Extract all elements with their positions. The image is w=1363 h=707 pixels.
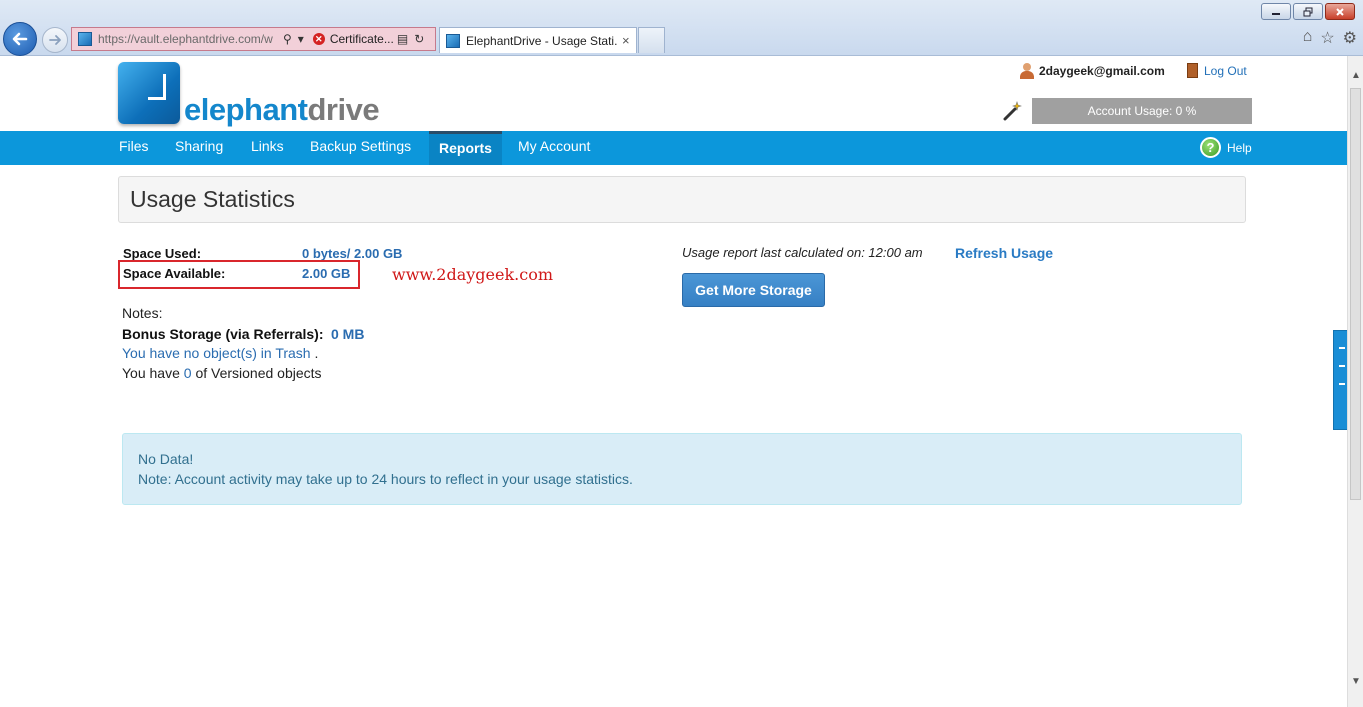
window-controls: [1261, 3, 1355, 20]
nav-sharing[interactable]: Sharing: [175, 131, 223, 165]
nav-links[interactable]: Links: [251, 131, 284, 165]
door-icon: [1187, 63, 1198, 78]
minimize-button[interactable]: [1261, 3, 1291, 20]
tab-favicon-icon: [446, 33, 460, 48]
nav-reports[interactable]: Reports: [429, 131, 502, 165]
help-label: Help: [1227, 140, 1252, 155]
certificate-error-icon[interactable]: ✕: [312, 33, 325, 45]
no-data-alert: No Data! Note: Account activity may take…: [122, 433, 1242, 505]
help-question-icon: ?: [1200, 137, 1221, 158]
space-available-value: 2.00 GB: [302, 266, 351, 281]
alert-title: No Data!: [138, 451, 194, 467]
get-more-storage-button[interactable]: Get More Storage: [682, 273, 825, 307]
title-panel: Usage Statistics: [118, 176, 1246, 223]
bonus-storage-label: Bonus Storage (via Referrals):: [122, 326, 324, 342]
close-window-button[interactable]: [1325, 3, 1355, 20]
scroll-down-icon[interactable]: ▼: [1351, 676, 1361, 687]
account-usage-bar: Account Usage: 0 %: [1032, 98, 1252, 124]
certificate-label[interactable]: Certificate...: [330, 32, 394, 46]
main-navbar: Files Sharing Links Backup Settings Repo…: [0, 131, 1347, 165]
new-tab-button[interactable]: [638, 27, 665, 53]
feedback-side-tab[interactable]: [1333, 330, 1347, 430]
usage-calculated-text: Usage report last calculated on: 12:00 a…: [682, 245, 923, 260]
browser-toolbar: ⌂ ☆ ⚙: [1303, 28, 1357, 48]
space-used-label: Space Used:: [123, 246, 202, 261]
trash-link[interactable]: You have no object(s) in Trash: [122, 345, 311, 361]
arrow-left-icon: [12, 32, 28, 46]
versioned-count-link[interactable]: 0: [184, 365, 192, 381]
help-link[interactable]: ? Help: [1200, 137, 1252, 158]
settings-gear-icon[interactable]: ⚙: [1343, 28, 1357, 48]
back-button[interactable]: [3, 22, 37, 56]
page-scrollbar[interactable]: ▲ ▼: [1347, 56, 1363, 707]
logo-mark-icon: [118, 62, 180, 124]
alert-note: Note: Account activity may take up to 24…: [138, 471, 633, 487]
tab-title: ElephantDrive - Usage Stati...: [466, 33, 618, 48]
bonus-storage-value: 0 MB: [331, 326, 365, 342]
address-bar[interactable]: https://vault.elephantdrive.com/w ⚲ ▾ ✕ …: [71, 27, 436, 51]
user-icon: [1020, 63, 1034, 79]
tab-close-icon[interactable]: ×: [622, 33, 630, 48]
page-title: Usage Statistics: [130, 186, 295, 212]
favorites-star-icon[interactable]: ☆: [1320, 28, 1334, 48]
refresh-usage-link[interactable]: Refresh Usage: [955, 245, 1053, 261]
close-icon: [1336, 7, 1344, 16]
user-account: 2daygeek@gmail.com: [1020, 63, 1165, 79]
logout[interactable]: Log Out: [1187, 63, 1247, 78]
magic-wand-icon[interactable]: [1002, 100, 1024, 122]
browser-chrome: https://vault.elephantdrive.com/w ⚲ ▾ ✕ …: [0, 0, 1363, 56]
address-url[interactable]: https://vault.elephantdrive.com/w: [98, 32, 280, 46]
forward-button[interactable]: [42, 27, 68, 53]
dropdown-icon[interactable]: ▾: [298, 32, 304, 46]
site-favicon-icon: [78, 32, 92, 46]
user-email: 2daygeek@gmail.com: [1039, 64, 1165, 78]
scroll-up-icon[interactable]: ▲: [1351, 70, 1361, 81]
nav-files[interactable]: Files: [119, 131, 149, 165]
nav-my-account[interactable]: My Account: [518, 131, 590, 165]
watermark-text: www.2daygeek.com: [392, 265, 553, 284]
logout-link[interactable]: Log Out: [1204, 64, 1247, 78]
trash-line: You have no object(s) in Trash .: [122, 345, 319, 361]
refresh-icon[interactable]: ↻: [414, 32, 424, 46]
notes-label: Notes:: [122, 305, 163, 321]
home-icon[interactable]: ⌂: [1303, 28, 1313, 48]
search-icon[interactable]: ⚲: [283, 32, 292, 46]
scroll-thumb[interactable]: [1350, 88, 1361, 500]
restore-button[interactable]: [1293, 3, 1323, 20]
page-content: elephantdrive 2daygeek@gmail.com Log Out…: [0, 56, 1347, 707]
versioned-line: You have 0 of Versioned objects: [122, 365, 322, 381]
elephantdrive-logo[interactable]: elephantdrive: [118, 62, 418, 128]
nav-backup-settings[interactable]: Backup Settings: [310, 131, 411, 165]
tab-elephantdrive[interactable]: ElephantDrive - Usage Stati... ×: [439, 27, 637, 53]
compatibility-icon[interactable]: ▤: [397, 32, 408, 46]
space-used-value: 0 bytes/ 2.00 GB: [302, 246, 403, 261]
minimize-icon: [1272, 12, 1280, 15]
space-available-label: Space Available:: [123, 266, 226, 281]
restore-icon: [1303, 7, 1313, 16]
logo-text: elephantdrive: [184, 92, 380, 127]
arrow-right-icon: [49, 35, 61, 45]
